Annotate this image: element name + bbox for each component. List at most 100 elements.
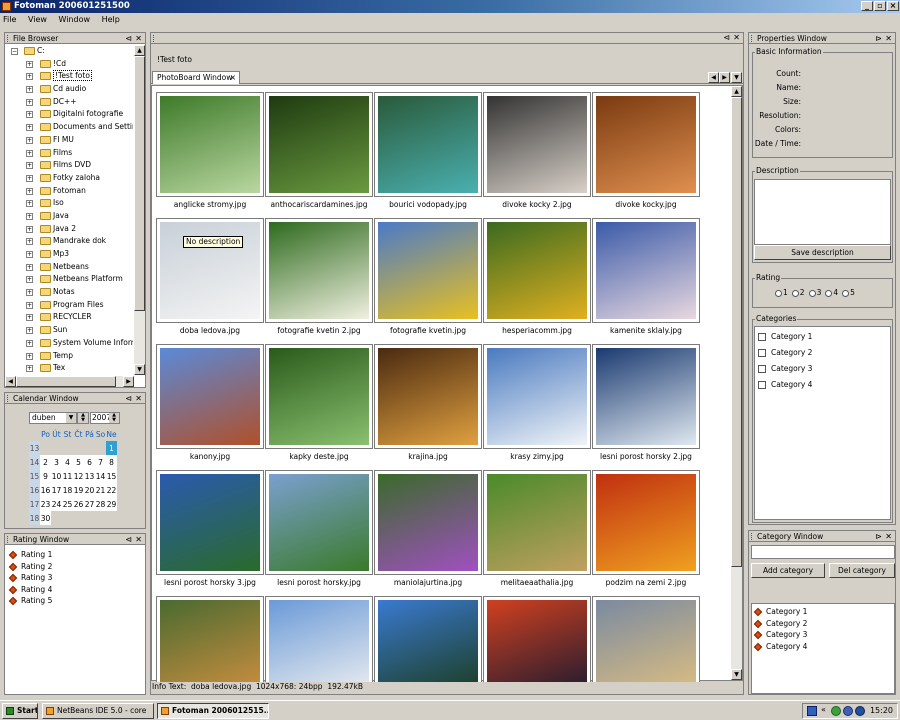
expand-icon[interactable]: + <box>26 60 33 68</box>
category-checkbox-row[interactable]: Category 2 <box>758 346 887 362</box>
close-icon[interactable]: ✕ <box>135 393 142 404</box>
thumbnail-frame[interactable] <box>483 92 591 197</box>
photo-thumbnail[interactable]: kamenite sklaly.jpg <box>592 218 700 344</box>
photo-thumbnail[interactable]: krasy zimy.jpg <box>483 344 591 470</box>
tree-folder-item[interactable]: + Netbeans <box>7 261 133 274</box>
tree-folder-item[interactable]: + Java <box>7 210 133 223</box>
radio-button[interactable] <box>775 289 782 297</box>
calendar-day[interactable]: 15 <box>106 469 117 483</box>
thumbnail-frame[interactable] <box>374 344 482 449</box>
photo-thumbnail[interactable]: kanony.jpg <box>156 344 264 470</box>
thumbnail-frame[interactable] <box>265 596 373 682</box>
calendar-day[interactable]: 1 <box>106 441 117 455</box>
hscroll-thumb[interactable] <box>16 376 116 387</box>
tree-folder-item[interactable]: + Netbeans Platform <box>7 273 133 286</box>
expand-icon[interactable]: + <box>26 276 33 284</box>
scroll-left-icon[interactable]: ◀ <box>5 376 16 387</box>
expand-icon[interactable]: + <box>26 111 33 119</box>
photo-thumbnail[interactable] <box>592 596 700 682</box>
tree-folder-item[interactable]: + Documents and Settings <box>7 121 133 134</box>
thumbnail-frame[interactable] <box>483 344 591 449</box>
tree-folder-item[interactable]: + System Volume Informati <box>7 337 133 350</box>
category-checkbox-row[interactable]: Category 4 <box>758 378 887 394</box>
scroll-up-icon[interactable]: ▲ <box>134 45 145 56</box>
thumbnail-frame[interactable] <box>592 596 700 682</box>
expand-icon[interactable]: + <box>26 149 33 157</box>
description-textarea[interactable] <box>754 179 891 245</box>
expand-icon[interactable]: + <box>26 289 33 297</box>
start-button[interactable]: Start <box>2 703 38 719</box>
minimize-button[interactable]: _ <box>861 1 873 11</box>
thumbnail-frame[interactable] <box>156 596 264 682</box>
calendar-day[interactable]: 23 <box>40 497 51 511</box>
category-list-item[interactable]: Category 4 <box>752 641 894 653</box>
tab-list-icon[interactable]: ▼ <box>731 72 742 83</box>
category-list-item[interactable]: Category 2 <box>752 618 894 630</box>
calendar-day[interactable]: 29 <box>106 497 117 511</box>
expand-icon[interactable]: + <box>26 124 33 132</box>
photo-thumbnail[interactable]: doba ledova.jpg No description <box>156 218 264 344</box>
scroll-right-icon[interactable]: ▶ <box>123 376 134 387</box>
calendar-day[interactable]: 11 <box>62 469 73 483</box>
rating-item[interactable]: Rating 1 <box>7 549 52 561</box>
calendar-day[interactable]: 16 <box>40 483 51 497</box>
tree-folder-item[interactable]: + Notas <box>7 286 133 299</box>
close-icon[interactable]: ✕ <box>733 33 740 42</box>
tab-scroll-right-icon[interactable]: ▶ <box>719 72 730 83</box>
menu-file[interactable]: File <box>3 15 16 24</box>
month-select[interactable]: duben ▼ <box>29 412 77 424</box>
thumbnail-frame[interactable] <box>483 470 591 575</box>
close-icon[interactable]: ✕ <box>135 534 142 545</box>
calendar-day[interactable]: 6 <box>84 455 95 469</box>
year-spinner[interactable]: ▲ ▼ <box>109 413 119 423</box>
category-checkbox-row[interactable]: Category 1 <box>758 330 887 346</box>
del-category-button[interactable]: Del category <box>829 563 895 578</box>
expand-icon[interactable]: + <box>26 263 33 271</box>
calendar-day[interactable]: 3 <box>51 455 62 469</box>
photo-thumbnail[interactable]: kapky deste.jpg <box>265 344 373 470</box>
thumbnail-frame[interactable] <box>265 470 373 575</box>
photo-thumbnail[interactable]: melitaeaathalia.jpg <box>483 470 591 596</box>
calendar-day[interactable]: 19 <box>73 483 84 497</box>
tree-vertical-scrollbar[interactable]: ▲ ▼ <box>134 45 145 375</box>
pin-icon[interactable]: ⊲ <box>125 33 132 44</box>
tray-app-icon[interactable] <box>843 706 853 716</box>
photo-thumbnail[interactable]: divoke kocky 2.jpg <box>483 92 591 218</box>
tree-root[interactable]: − C: <box>7 45 133 58</box>
checkbox[interactable] <box>758 381 766 389</box>
calendar-day[interactable]: 28 <box>95 497 106 511</box>
rating-radio[interactable]: 3 <box>805 288 821 297</box>
thumbnail-frame[interactable] <box>592 92 700 197</box>
scroll-thumb[interactable] <box>134 56 145 311</box>
tree-folder-item[interactable]: + Digitalni fotografie <box>7 108 133 121</box>
rating-item[interactable]: Rating 2 <box>7 561 52 573</box>
tree-folder-item[interactable]: + Sun <box>7 324 133 337</box>
tree-folder-item[interactable]: + Program Files <box>7 299 133 312</box>
tree-horizontal-scrollbar[interactable]: ◀ ▶ <box>5 376 134 387</box>
expand-icon[interactable]: + <box>26 86 33 94</box>
photo-thumbnail[interactable]: lesni porost horsky 3.jpg <box>156 470 264 596</box>
photoboard-scrollbar[interactable]: ▲ ▼ <box>731 86 742 680</box>
calendar-day[interactable]: 21 <box>95 483 106 497</box>
expand-icon[interactable]: + <box>26 339 33 347</box>
rating-radio[interactable]: 1 <box>771 288 788 297</box>
expand-icon[interactable]: + <box>26 187 33 195</box>
info-icon[interactable] <box>855 706 865 716</box>
expand-icon[interactable]: + <box>26 212 33 220</box>
photo-thumbnail[interactable]: krajina.jpg <box>374 344 482 470</box>
radio-button[interactable] <box>842 289 850 297</box>
thumbnail-frame[interactable] <box>156 218 264 323</box>
expand-icon[interactable]: + <box>26 174 33 182</box>
photo-thumbnail[interactable]: anthocariscardamines.jpg <box>265 92 373 218</box>
photo-thumbnail[interactable]: fotografie kvetin.jpg <box>374 218 482 344</box>
tree-folder-item[interactable]: + Mp3 <box>7 248 133 261</box>
tree-folder-item[interactable]: + !Test foto <box>7 70 133 83</box>
photo-thumbnail[interactable]: podzim na zemi 2.jpg <box>592 470 700 596</box>
menu-view[interactable]: View <box>28 15 47 24</box>
rating-radio[interactable]: 2 <box>788 288 805 297</box>
tab-photoboard[interactable]: PhotoBoard Window × <box>152 71 240 84</box>
checkbox[interactable] <box>758 349 766 357</box>
expand-icon[interactable]: + <box>26 352 33 360</box>
expand-icon[interactable]: + <box>26 314 33 322</box>
thumbnail-frame[interactable] <box>156 92 264 197</box>
